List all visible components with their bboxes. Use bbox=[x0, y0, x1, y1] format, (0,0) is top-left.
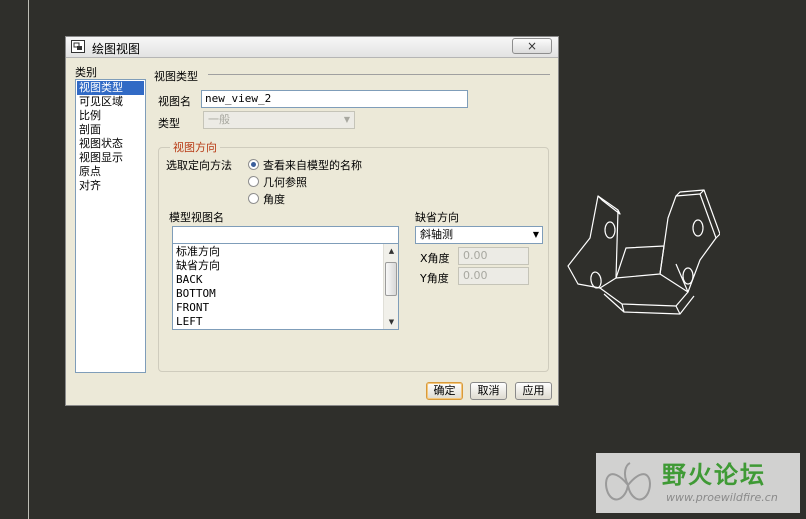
type-label: 类型 bbox=[158, 117, 180, 130]
category-item-visible-area[interactable]: 可见区域 bbox=[76, 95, 145, 109]
apply-button[interactable]: 应用 bbox=[515, 382, 552, 400]
category-item-view-display[interactable]: 视图显示 bbox=[76, 151, 145, 165]
x-angle-input[interactable]: 0.00 bbox=[458, 247, 529, 265]
category-item-section[interactable]: 剖面 bbox=[76, 123, 145, 137]
flame-logo-icon bbox=[605, 462, 651, 501]
list-item[interactable]: 标准方向 bbox=[176, 245, 220, 259]
model-view-filter-input[interactable] bbox=[172, 226, 399, 244]
forum-watermark: 野火论坛 www.proewildfire.cn bbox=[596, 453, 800, 513]
list-item[interactable]: BOTTOM bbox=[176, 287, 216, 301]
list-item[interactable]: BACK bbox=[176, 273, 203, 287]
ok-button[interactable]: 确定 bbox=[426, 382, 463, 400]
category-item-alignment[interactable]: 对齐 bbox=[76, 179, 145, 193]
radio-geometry-references[interactable] bbox=[248, 176, 259, 187]
y-angle-input[interactable]: 0.00 bbox=[458, 267, 529, 285]
model-view-names-list[interactable]: 标准方向 缺省方向 BACK BOTTOM FRONT LEFT ▲ ▼ bbox=[172, 243, 399, 330]
scroll-up-icon[interactable]: ▲ bbox=[384, 245, 398, 257]
canvas-edge-line bbox=[28, 0, 29, 519]
categories-list: 视图类型 可见区域 比例 剖面 视图状态 视图显示 原点 对齐 bbox=[75, 79, 146, 373]
close-button[interactable]: × bbox=[512, 38, 552, 54]
cancel-button[interactable]: 取消 bbox=[470, 382, 507, 400]
scroll-thumb[interactable] bbox=[385, 262, 397, 296]
radio-model-view-names[interactable] bbox=[248, 159, 259, 170]
scroll-down-icon[interactable]: ▼ bbox=[384, 316, 398, 328]
default-orientation-label: 缺省方向 bbox=[415, 211, 459, 224]
dialog-titlebar[interactable]: 绘图视图 × bbox=[66, 37, 558, 58]
dialog-title: 绘图视图 bbox=[92, 42, 141, 56]
type-dropdown[interactable]: 一般 ▼ bbox=[203, 111, 355, 129]
watermark-url: www.proewildfire.cn bbox=[666, 491, 778, 504]
x-angle-label: X角度 bbox=[420, 252, 450, 265]
categories-label: 类别 bbox=[75, 66, 97, 79]
radio-geometry-references-label[interactable]: 几何参照 bbox=[263, 174, 307, 190]
list-scrollbar[interactable]: ▲ ▼ bbox=[383, 244, 398, 329]
view-type-section-title: 视图类型 bbox=[154, 70, 198, 83]
view-name-label: 视图名 bbox=[158, 95, 191, 108]
list-item[interactable]: LEFT bbox=[176, 315, 203, 329]
y-angle-label: Y角度 bbox=[420, 272, 449, 285]
category-item-scale[interactable]: 比例 bbox=[76, 109, 145, 123]
category-item-view-state[interactable]: 视图状态 bbox=[76, 137, 145, 151]
category-item-view-type[interactable]: 视图类型 bbox=[77, 81, 144, 95]
section-divider bbox=[208, 74, 550, 75]
type-dropdown-value: 一般 bbox=[208, 113, 230, 126]
chevron-down-icon: ▼ bbox=[532, 230, 539, 239]
default-orientation-value: 斜轴测 bbox=[420, 228, 453, 241]
watermark-title: 野火论坛 bbox=[662, 461, 766, 489]
category-item-origin[interactable]: 原点 bbox=[76, 165, 145, 179]
drawing-view-dialog: 绘图视图 × 类别 视图类型 可见区域 比例 剖面 视图状态 视图显示 原点 对… bbox=[65, 36, 559, 406]
list-item[interactable]: 缺省方向 bbox=[176, 259, 220, 273]
radio-angles-label[interactable]: 角度 bbox=[263, 191, 285, 207]
model-wireframe bbox=[567, 189, 720, 315]
model-view-names-label: 模型视图名 bbox=[169, 211, 224, 224]
default-orientation-dropdown[interactable]: 斜轴测 ▼ bbox=[415, 226, 543, 244]
radio-model-view-names-label[interactable]: 查看来自模型的名称 bbox=[263, 157, 362, 173]
drawing-view-icon bbox=[71, 40, 85, 53]
list-item[interactable]: FRONT bbox=[176, 301, 209, 315]
radio-angles[interactable] bbox=[248, 193, 259, 204]
view-name-input[interactable]: new_view_2 bbox=[201, 90, 468, 108]
view-orientation-title: 视图方向 bbox=[170, 139, 220, 155]
orientation-method-label: 选取定向方法 bbox=[166, 159, 232, 172]
chevron-down-icon: ▼ bbox=[343, 115, 350, 124]
